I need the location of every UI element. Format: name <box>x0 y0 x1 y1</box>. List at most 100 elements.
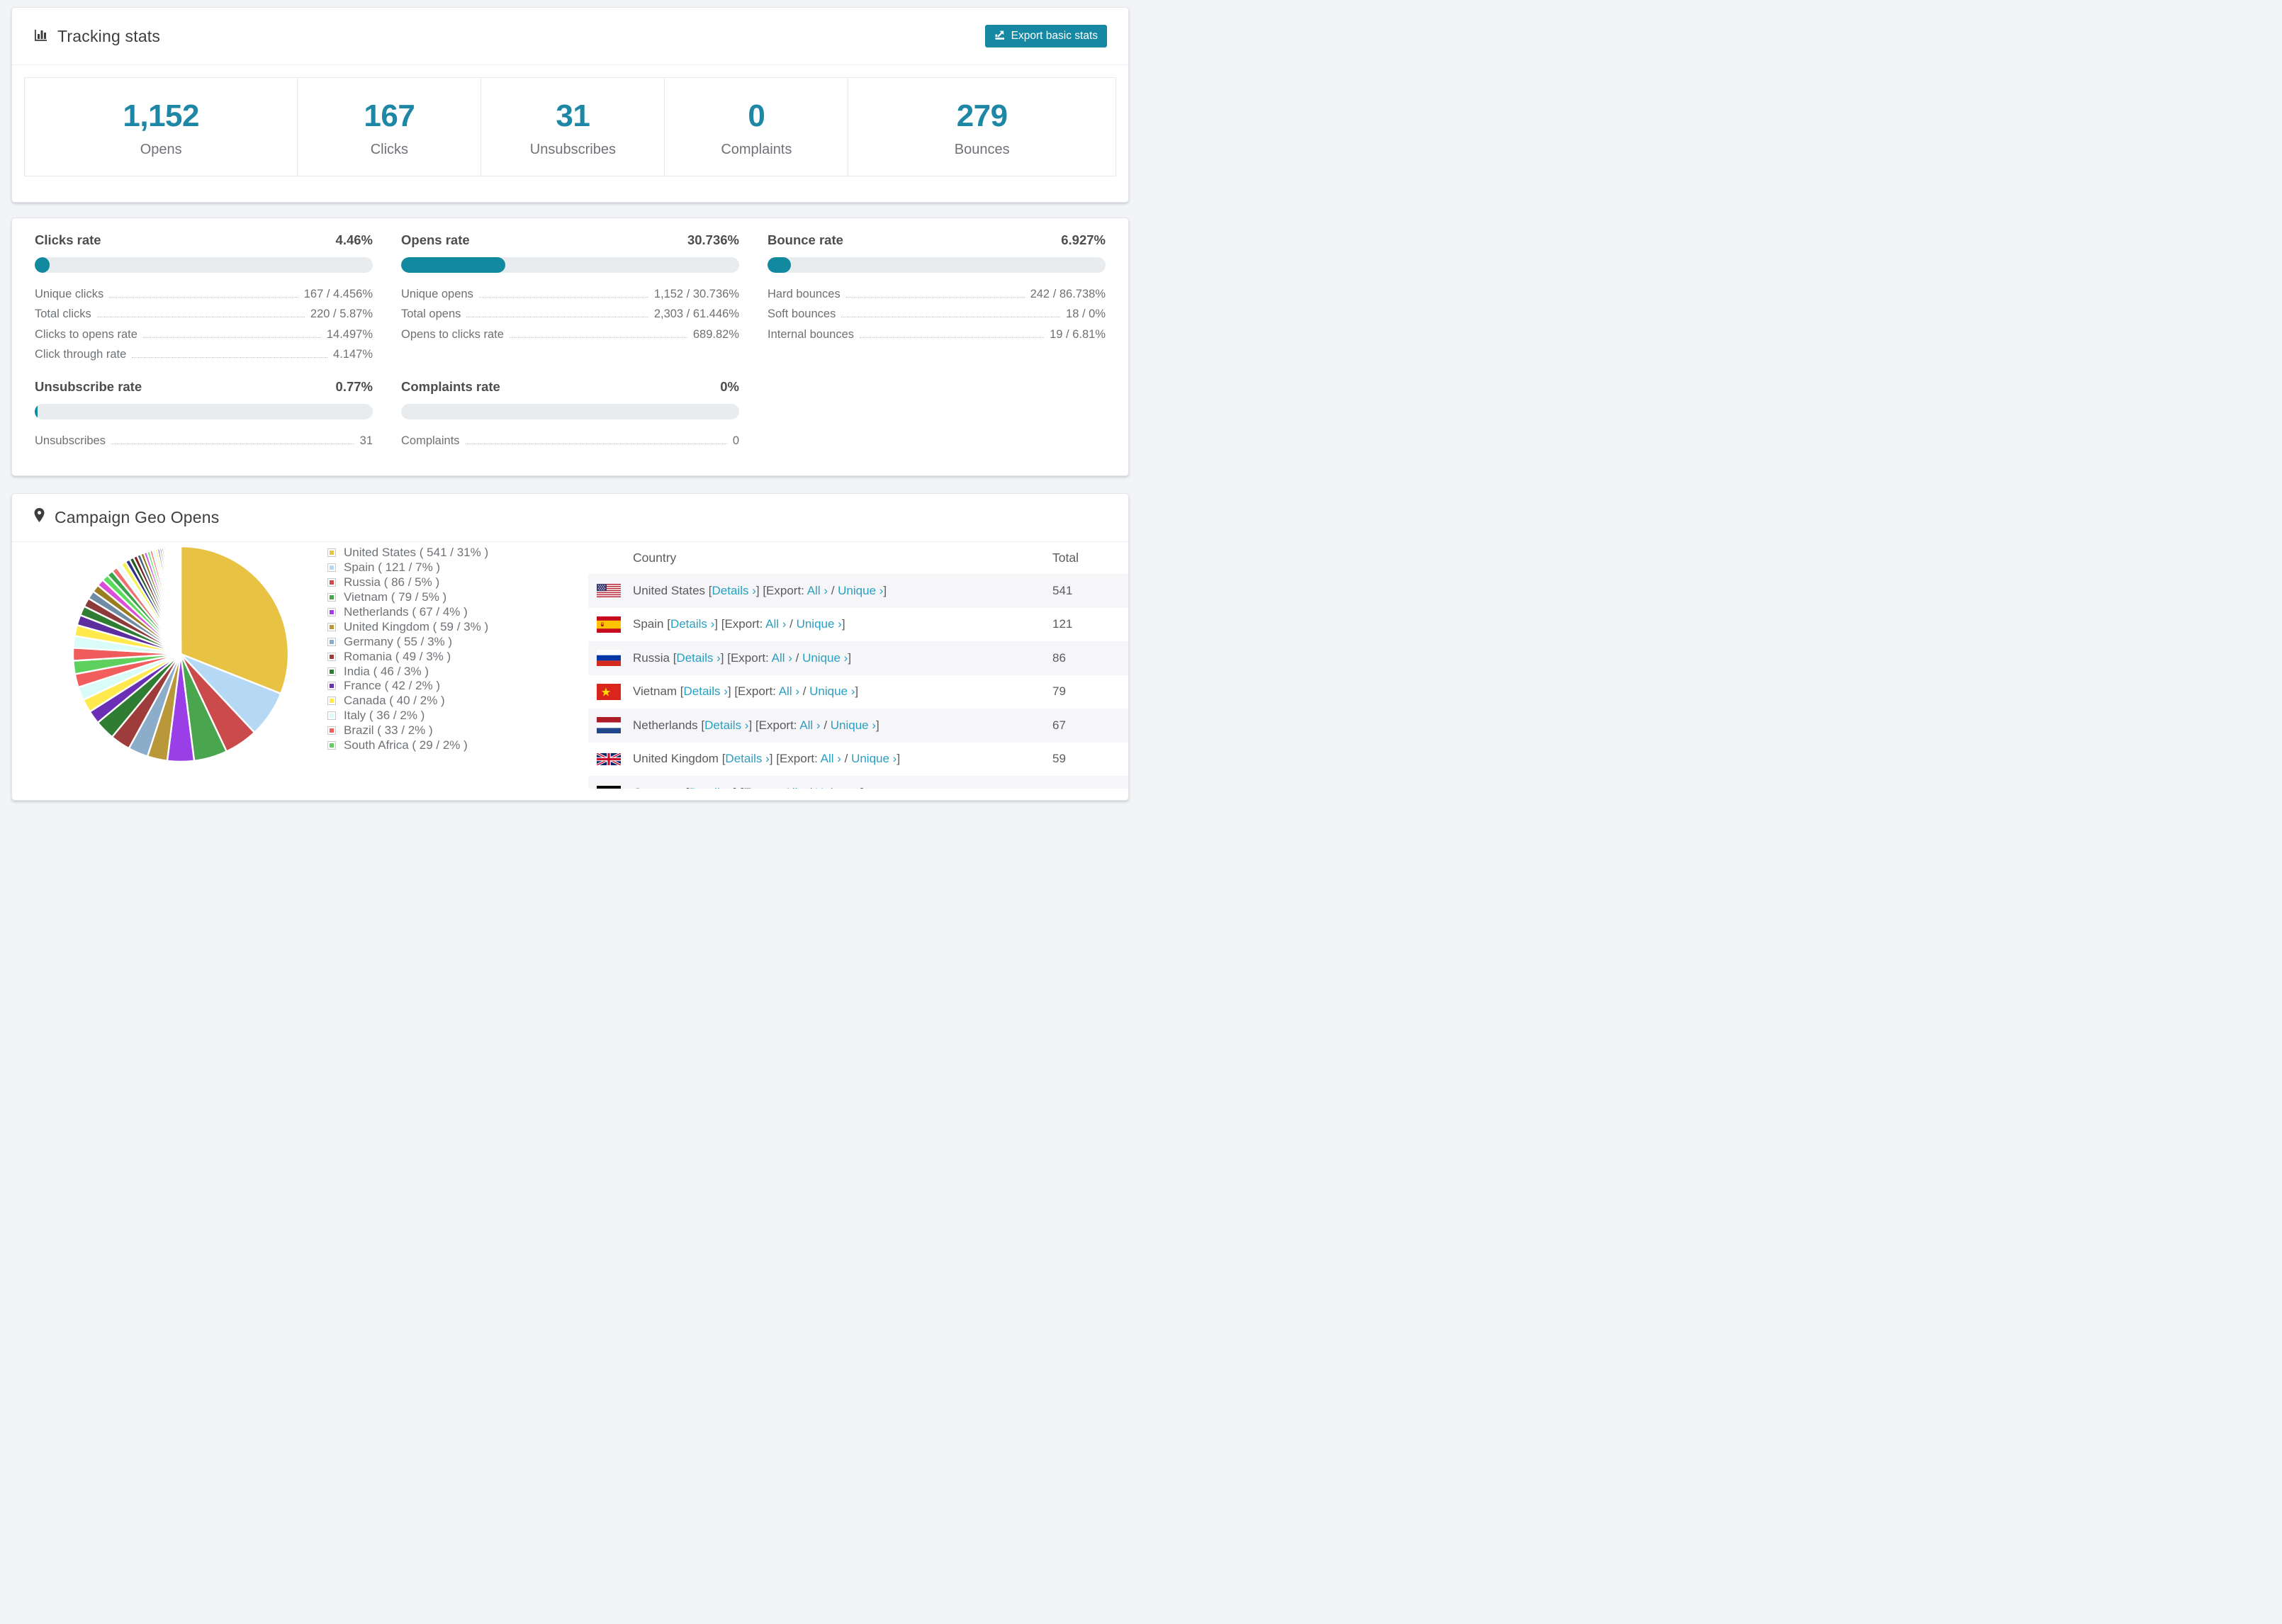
details-link[interactable]: Details › <box>670 617 714 631</box>
dotted-leader <box>142 337 321 338</box>
rate-value: 6.927% <box>1061 232 1106 247</box>
rate-progress-fill <box>35 404 38 419</box>
rate-progress-fill <box>768 257 792 273</box>
details-link[interactable]: Details › <box>704 718 748 732</box>
dotted-leader <box>860 337 1045 338</box>
details-link[interactable]: Details › <box>684 684 728 698</box>
rate-stat-value: 19 / 6.81% <box>1050 327 1106 341</box>
geo-pie-chart[interactable] <box>67 541 294 767</box>
details-link[interactable]: Details › <box>712 584 756 597</box>
legend-swatch-icon <box>327 682 336 691</box>
country-name: United States <box>633 583 709 597</box>
country-total: 59 <box>1052 752 1066 766</box>
bracket: ] <box>848 650 852 665</box>
export-all-link[interactable]: All › <box>807 584 828 597</box>
export-all-link[interactable]: All › <box>772 651 792 665</box>
legend-item-canada[interactable]: Canada ( 40 / 2% ) <box>327 694 488 709</box>
export-unique-link[interactable]: Unique › <box>831 718 876 732</box>
geo-table-row-gb: United Kingdom [Details ›] [Export: All … <box>588 743 1128 777</box>
legend-item-netherlands[interactable]: Netherlands ( 67 / 4% ) <box>327 605 488 620</box>
rate-title: Bounce rate <box>768 232 843 247</box>
bracket: ] <box>727 684 735 699</box>
rate-stat-value: 242 / 86.738% <box>1030 287 1106 300</box>
legend-item-germany[interactable]: Germany ( 55 / 3% ) <box>327 634 488 649</box>
geo-opens-header: Campaign Geo Opens <box>12 494 1128 542</box>
summary-box-unsubscribes: 31 Unsubscribes <box>480 77 665 176</box>
export-all-link[interactable]: All › <box>785 786 805 789</box>
bracket: ] <box>734 786 740 789</box>
rate-stat-row: Soft bounces 18 / 0% <box>768 303 1106 324</box>
unsubscribe-rate-section: Unsubscribe rate 0.77% Unsubscribes 31 <box>35 379 373 450</box>
export-unique-link[interactable]: Unique › <box>815 786 860 789</box>
geo-table-row-es: Spain [Details ›] [Export: All › / Uniqu… <box>588 608 1128 642</box>
legend-item-south-africa[interactable]: South Africa ( 29 / 2% ) <box>327 738 488 753</box>
bracket: ] <box>769 752 777 766</box>
bar-chart-icon <box>33 27 48 46</box>
rate-stat-value: 18 / 0% <box>1066 308 1106 320</box>
legend-swatch-icon <box>327 667 336 676</box>
details-link[interactable]: Details › <box>676 651 720 665</box>
country-total: 67 <box>1052 718 1066 732</box>
bracket: ] <box>876 718 879 732</box>
legend-swatch-icon <box>327 563 336 573</box>
export-all-link[interactable]: All › <box>821 752 841 765</box>
export-unique-link[interactable]: Unique › <box>797 617 842 631</box>
pie-slice-other[interactable] <box>179 545 182 655</box>
legend-item-spain[interactable]: Spain ( 121 / 7% ) <box>327 560 488 575</box>
country-total: 86 <box>1052 650 1066 665</box>
rate-stat-row: Opens to clicks rate 689.82% <box>401 323 739 344</box>
export-icon <box>994 29 1006 44</box>
export-unique-link[interactable]: Unique › <box>838 584 883 597</box>
export-unique-link[interactable]: Unique › <box>851 752 896 765</box>
geo-table-header-row: Country Total <box>588 542 1128 574</box>
legend-item-united-states[interactable]: United States ( 541 / 31% ) <box>327 546 488 560</box>
unsubscribes-count: 31 <box>556 98 590 133</box>
legend-swatch-icon <box>327 711 336 721</box>
rate-progress-bar <box>768 257 1106 273</box>
export-unique-link[interactable]: Unique › <box>802 651 848 665</box>
legend-item-united-kingdom[interactable]: United Kingdom ( 59 / 3% ) <box>327 619 488 634</box>
legend-item-france[interactable]: France ( 42 / 2% ) <box>327 679 488 694</box>
legend-label: Germany ( 55 / 3% ) <box>344 634 453 648</box>
opens-label: Opens <box>140 142 182 157</box>
legend-item-brazil[interactable]: Brazil ( 33 / 2% ) <box>327 723 488 738</box>
flag-es-icon <box>597 616 621 633</box>
slash-separator: / <box>792 650 803 665</box>
rate-stat-label: Soft bounces <box>768 308 836 320</box>
summary-box-bounces: 279 Bounces <box>848 77 1116 176</box>
legend-item-russia[interactable]: Russia ( 86 / 5% ) <box>327 575 488 590</box>
details-link[interactable]: Details › <box>689 786 733 789</box>
rate-stat-label: Click through rate <box>35 348 127 361</box>
rate-stat-row: Total clicks 220 / 5.87% <box>35 303 373 324</box>
country-name: Spain <box>633 617 668 631</box>
rate-stat-label: Unique opens <box>401 287 473 300</box>
export-prefix: [Export: <box>734 684 779 699</box>
export-basic-stats-button[interactable]: Export basic stats <box>984 25 1107 47</box>
rate-stat-row: Unsubscribes 31 <box>35 429 373 450</box>
flag-ru-icon <box>597 650 621 667</box>
slash-separator: / <box>799 684 810 699</box>
details-link[interactable]: Details › <box>725 752 769 765</box>
export-prefix: [Export: <box>740 786 784 789</box>
rates-card: Clicks rate 4.46% Unique clicks 167 / 4.456… <box>11 218 1129 476</box>
tracking-stats-title: Tracking stats <box>33 27 160 46</box>
flag-us-icon <box>597 584 621 598</box>
export-all-link[interactable]: All › <box>765 617 786 631</box>
legend-swatch-icon <box>327 652 336 661</box>
legend-swatch-icon <box>327 608 336 616</box>
rate-stat-row: Internal bounces 19 / 6.81% <box>768 323 1106 344</box>
legend-swatch-icon <box>327 548 336 558</box>
dotted-leader <box>845 296 1025 298</box>
legend-label: South Africa ( 29 / 2% ) <box>344 738 468 752</box>
legend-item-vietnam[interactable]: Vietnam ( 79 / 5% ) <box>327 590 488 605</box>
geo-table-row-ru: Russia [Details ›] [Export: All › / Uniq… <box>588 641 1128 675</box>
legend-item-italy[interactable]: Italy ( 36 / 2% ) <box>327 709 488 723</box>
geo-table-row-nl: Netherlands [Details ›] [Export: All › /… <box>588 709 1128 743</box>
export-all-link[interactable]: All › <box>799 718 820 732</box>
rate-stat-row: Total opens 2,303 / 61.446% <box>401 303 739 324</box>
legend-item-romania[interactable]: Romania ( 49 / 3% ) <box>327 649 488 664</box>
export-unique-link[interactable]: Unique › <box>809 684 855 698</box>
export-all-link[interactable]: All › <box>779 684 799 698</box>
legend-item-india[interactable]: India ( 46 / 3% ) <box>327 664 488 679</box>
export-prefix: [Export: <box>755 718 800 732</box>
